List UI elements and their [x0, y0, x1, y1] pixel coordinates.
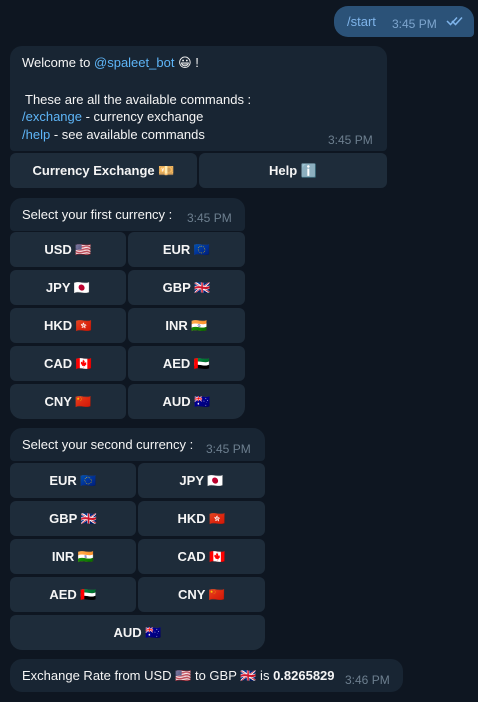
message-time: 3:45 PM: [206, 442, 251, 456]
second-currency-prompt: Select your second currency :: [22, 437, 194, 452]
second-currency-jpy-button[interactable]: JPY 🇯🇵: [138, 463, 265, 498]
outgoing-message: /start 3:45 PM: [334, 6, 474, 37]
help-button[interactable]: Help ℹ️: [199, 153, 387, 188]
welcome-suffix: !: [191, 55, 199, 70]
first-currency-aed-button[interactable]: AED 🇦🇪: [128, 346, 245, 381]
first-currency-cny-button[interactable]: CNY 🇨🇳: [10, 384, 126, 419]
outgoing-text: /start: [347, 14, 376, 29]
exchange-command-link[interactable]: /exchange: [22, 109, 82, 124]
second-currency-eur-button[interactable]: EUR 🇪🇺: [10, 463, 136, 498]
currency-exchange-button[interactable]: Currency Exchange 💴: [10, 153, 197, 188]
second-currency-hkd-button[interactable]: HKD 🇭🇰: [138, 501, 265, 536]
help-command-link[interactable]: /help: [22, 127, 50, 142]
first-currency-inr-button[interactable]: INR 🇮🇳: [128, 308, 245, 343]
exchange-rate-value: 0.8265829: [273, 668, 335, 683]
command-row-help: /help - see available commands: [22, 127, 205, 142]
message-time: 3:45 PM: [187, 211, 232, 225]
first-currency-aud-button[interactable]: AUD 🇦🇺: [128, 384, 245, 419]
second-currency-aed-button[interactable]: AED 🇦🇪: [10, 577, 136, 612]
welcome-message: Welcome to @spaleet_bot 😀 ! These are al…: [10, 46, 387, 151]
welcome-line: Welcome to @spaleet_bot 😀 !: [22, 55, 199, 71]
exchange-result-message: Exchange Rate from USD 🇺🇸 to GBP 🇬🇧 is 0…: [10, 659, 403, 692]
first-currency-cad-button[interactable]: CAD 🇨🇦: [10, 346, 126, 381]
first-currency-usd-button[interactable]: USD 🇺🇸: [10, 232, 126, 267]
first-currency-prompt: Select your first currency :: [22, 207, 173, 222]
second-currency-gbp-button[interactable]: GBP 🇬🇧: [10, 501, 136, 536]
first-currency-message: Select your first currency : 3:45 PM: [10, 198, 245, 231]
second-currency-message: Select your second currency : 3:45 PM: [10, 428, 265, 461]
command-desc: - see available commands: [50, 127, 205, 142]
first-currency-jpy-button[interactable]: JPY 🇯🇵: [10, 270, 126, 305]
second-currency-cad-button[interactable]: CAD 🇨🇦: [138, 539, 265, 574]
second-currency-inr-button[interactable]: INR 🇮🇳: [10, 539, 136, 574]
command-row-exchange: /exchange - currency exchange: [22, 109, 203, 124]
first-currency-gbp-button[interactable]: GBP 🇬🇧: [128, 270, 245, 305]
second-currency-aud-button[interactable]: AUD 🇦🇺: [10, 615, 265, 650]
message-time: 3:46 PM: [345, 673, 390, 687]
bot-mention-link[interactable]: @spaleet_bot: [94, 55, 174, 70]
double-check-icon: [446, 16, 463, 26]
exchange-result-text: Exchange Rate from USD 🇺🇸 to GBP 🇬🇧 is: [22, 668, 274, 683]
smile-emoji: 😀: [178, 55, 192, 70]
second-currency-cny-button[interactable]: CNY 🇨🇳: [138, 577, 265, 612]
commands-intro: These are all the available commands :: [25, 92, 252, 107]
welcome-prefix: Welcome to: [22, 55, 95, 70]
exchange-result-line: Exchange Rate from USD 🇺🇸 to GBP 🇬🇧 is 0…: [22, 668, 335, 684]
first-currency-hkd-button[interactable]: HKD 🇭🇰: [10, 308, 126, 343]
message-time: 3:45 PM: [392, 17, 437, 31]
first-currency-eur-button[interactable]: EUR 🇪🇺: [128, 232, 245, 267]
message-time: 3:45 PM: [328, 133, 373, 147]
command-desc: - currency exchange: [82, 109, 204, 124]
